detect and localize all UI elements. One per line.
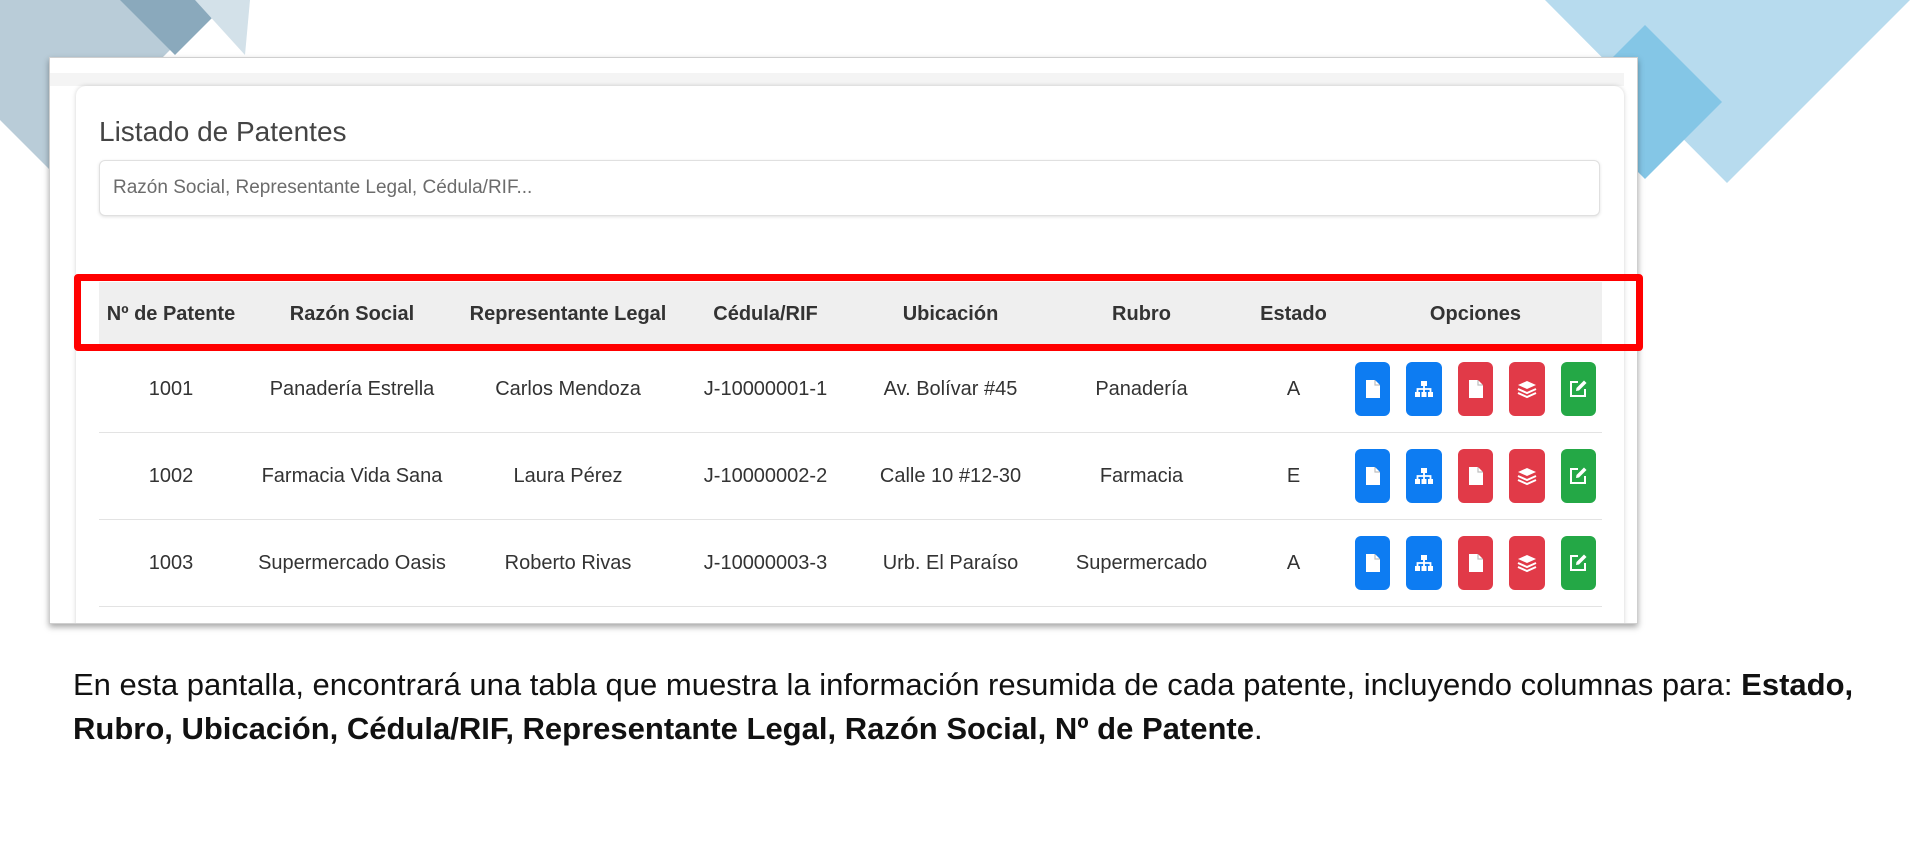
- cedula-rif-cell: J-10000001-1: [675, 346, 856, 433]
- razon-social-cell: Panadería Estrella: [243, 346, 461, 433]
- column-header-opciones: Opciones: [1349, 282, 1602, 346]
- hierarchy-button[interactable]: [1406, 536, 1442, 590]
- representante-cell: Carlos Mendoza: [461, 346, 675, 433]
- file-icon: [1468, 379, 1484, 399]
- layers-icon: [1517, 379, 1537, 399]
- cedula-rif-cell: J-10000003-3: [675, 519, 856, 607]
- column-header-rubro[interactable]: Rubro: [1045, 282, 1238, 346]
- hierarchy-button[interactable]: [1406, 449, 1442, 503]
- rubro-cell: Supermercado: [1045, 519, 1238, 607]
- table-row: 1002 Farmacia Vida Sana Laura Pérez J-10000…: [99, 432, 1602, 520]
- edit-button[interactable]: [1560, 536, 1597, 590]
- rubro-cell: Farmacia: [1045, 432, 1238, 520]
- patents-table: Nº de Patente Razón Social Representante…: [99, 282, 1602, 607]
- pdf-button[interactable]: [1457, 362, 1494, 416]
- file-icon: [1468, 553, 1484, 573]
- screenshot-frame: Listado de Patentes Nº de Patente Razón …: [49, 57, 1638, 624]
- layers-button[interactable]: [1509, 449, 1545, 503]
- rubro-cell: Panadería: [1045, 346, 1238, 433]
- file-icon: [1365, 466, 1381, 486]
- razon-social-cell: Farmacia Vida Sana: [243, 432, 461, 520]
- column-header-representante-legal[interactable]: Representante Legal: [461, 282, 675, 346]
- pdf-button[interactable]: [1457, 449, 1494, 503]
- file-icon: [1468, 466, 1484, 486]
- opciones-cell: [1349, 346, 1602, 433]
- document-button[interactable]: [1354, 362, 1391, 416]
- representante-cell: Laura Pérez: [461, 432, 675, 520]
- opciones-cell: [1349, 432, 1602, 520]
- document-button[interactable]: [1354, 536, 1391, 590]
- sitemap-icon: [1414, 467, 1434, 485]
- options-group: [1354, 362, 1597, 416]
- patente-cell: 1002: [99, 432, 243, 520]
- column-header-cedula-rif[interactable]: Cédula/RIF: [675, 282, 856, 346]
- search-input[interactable]: [99, 160, 1600, 216]
- layers-button[interactable]: [1509, 536, 1545, 590]
- file-icon: [1365, 553, 1381, 573]
- column-header-estado[interactable]: Estado: [1238, 282, 1349, 346]
- hierarchy-button[interactable]: [1406, 362, 1442, 416]
- caption-text: En esta pantalla, encontrará una tabla q…: [73, 663, 1873, 751]
- patente-cell: 1003: [99, 519, 243, 607]
- ubicacion-cell: Av. Bolívar #45: [856, 346, 1045, 433]
- sitemap-icon: [1414, 380, 1434, 398]
- table-body: 1001 Panadería Estrella Carlos Mendoza J-10…: [99, 346, 1602, 607]
- document-button[interactable]: [1354, 449, 1391, 503]
- table-row: 1001 Panadería Estrella Carlos Mendoza J-10…: [99, 346, 1602, 433]
- estado-cell: E: [1238, 432, 1349, 520]
- edit-icon: [1568, 466, 1588, 486]
- options-group: [1354, 449, 1597, 503]
- column-header-ubicacion[interactable]: Ubicación: [856, 282, 1045, 346]
- table-row: 1003 Supermercado Oasis Roberto Rivas J-100…: [99, 519, 1602, 607]
- pdf-button[interactable]: [1457, 536, 1494, 590]
- razon-social-cell: Supermercado Oasis: [243, 519, 461, 607]
- representante-cell: Roberto Rivas: [461, 519, 675, 607]
- options-group: [1354, 536, 1597, 590]
- opciones-cell: [1349, 519, 1602, 607]
- ubicacion-cell: Urb. El Paraíso: [856, 519, 1045, 607]
- column-header-razon-social[interactable]: Razón Social: [243, 282, 461, 346]
- ubicacion-cell: Calle 10 #12-30: [856, 432, 1045, 520]
- edit-icon: [1568, 553, 1588, 573]
- estado-cell: A: [1238, 346, 1349, 433]
- sitemap-icon: [1414, 554, 1434, 572]
- layers-icon: [1517, 553, 1537, 573]
- file-icon: [1365, 379, 1381, 399]
- page-title: Listado de Patentes: [99, 116, 347, 147]
- layers-icon: [1517, 466, 1537, 486]
- caption-end: .: [1253, 711, 1263, 746]
- edit-button[interactable]: [1560, 449, 1597, 503]
- table-header-row: Nº de Patente Razón Social Representante…: [99, 282, 1602, 346]
- cedula-rif-cell: J-10000002-2: [675, 432, 856, 520]
- caption-intro: En esta pantalla, encontrará una tabla q…: [73, 667, 1742, 702]
- edit-button[interactable]: [1560, 362, 1597, 416]
- estado-cell: A: [1238, 519, 1349, 607]
- patente-cell: 1001: [99, 346, 243, 433]
- top-bar: [50, 73, 1624, 86]
- edit-icon: [1568, 379, 1588, 399]
- layers-button[interactable]: [1509, 362, 1545, 416]
- column-header-patente[interactable]: Nº de Patente: [99, 282, 243, 346]
